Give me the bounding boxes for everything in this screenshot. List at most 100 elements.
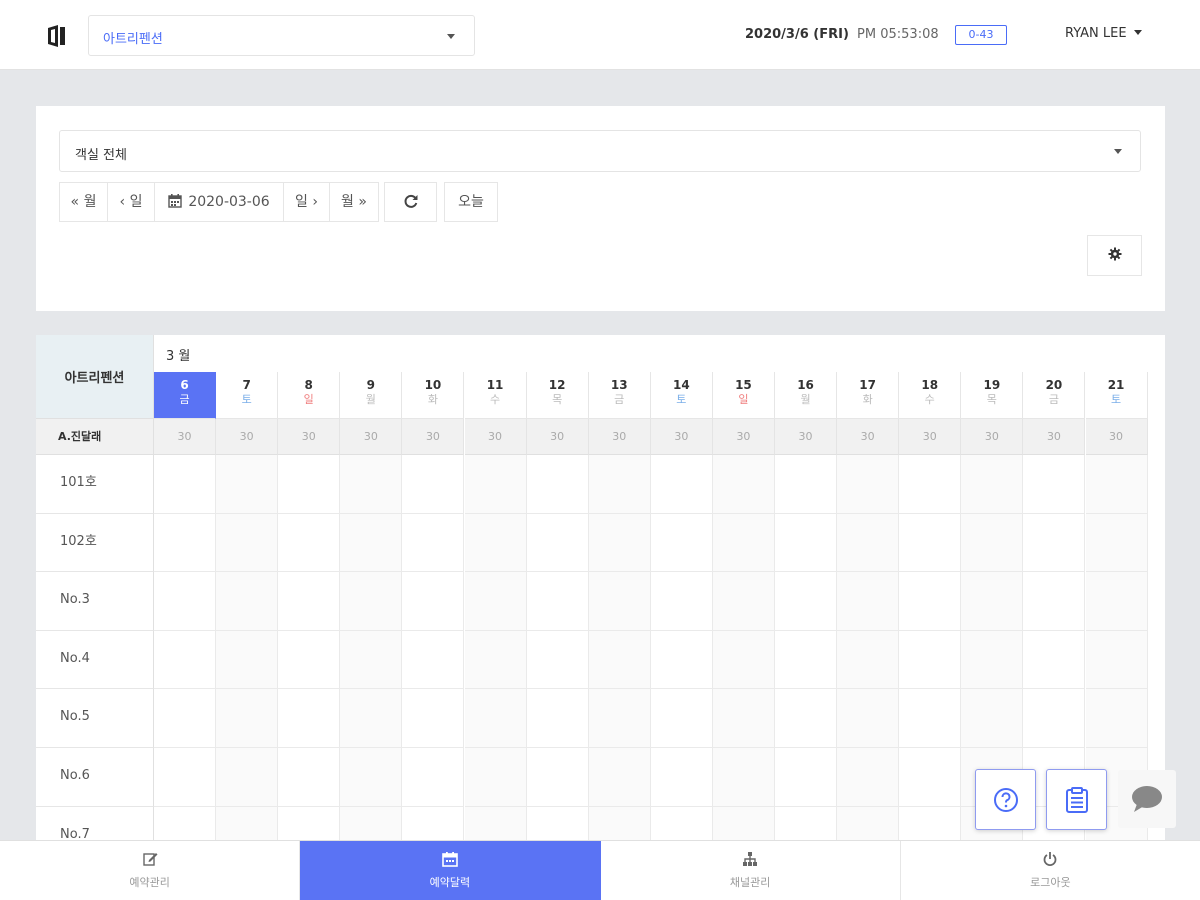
nav-item-power[interactable]: 로그아웃 <box>901 841 1200 900</box>
booking-cell[interactable] <box>650 748 713 807</box>
day-header[interactable]: 16 월 <box>775 372 838 419</box>
booking-cell[interactable] <box>340 513 403 573</box>
logo-icon[interactable] <box>46 24 68 48</box>
refresh-button[interactable] <box>384 182 437 222</box>
room-select[interactable]: 객실 전체 <box>59 130 1141 172</box>
day-header[interactable]: 15 일 <box>712 372 775 419</box>
date-picker[interactable]: 2020-03-06 <box>154 182 284 222</box>
day-header[interactable]: 6금 <box>154 372 217 419</box>
booking-cell[interactable] <box>154 513 217 573</box>
booking-cell[interactable] <box>1085 513 1148 573</box>
booking-cell[interactable] <box>464 689 527 748</box>
booking-cell[interactable] <box>899 513 962 573</box>
booking-cell[interactable] <box>154 748 217 807</box>
booking-cell[interactable] <box>154 455 217 514</box>
booking-cell[interactable] <box>526 572 589 631</box>
booking-cell[interactable] <box>154 806 217 840</box>
booking-cell[interactable] <box>899 806 962 840</box>
booking-cell[interactable] <box>154 689 217 748</box>
booking-cell[interactable] <box>651 806 713 840</box>
booking-cell[interactable] <box>650 630 713 690</box>
user-menu[interactable]: RYAN LEE <box>1065 26 1142 41</box>
booking-cell[interactable] <box>588 455 651 514</box>
booking-cell[interactable] <box>340 806 403 840</box>
booking-cell[interactable] <box>712 748 775 807</box>
booking-cell[interactable] <box>278 513 341 573</box>
booking-cell[interactable] <box>1023 455 1086 514</box>
prev-month-button[interactable]: « 월 <box>59 182 108 222</box>
day-header[interactable]: 18 수 <box>899 372 962 419</box>
booking-cell[interactable] <box>1023 630 1086 690</box>
booking-cell[interactable] <box>278 806 341 840</box>
day-header[interactable]: 20 금 <box>1023 372 1086 419</box>
booking-cell[interactable] <box>278 572 341 631</box>
booking-cell[interactable] <box>340 572 403 631</box>
day-header[interactable]: 7토 <box>216 372 279 419</box>
day-header[interactable]: 21 토 <box>1085 372 1148 419</box>
booking-cell[interactable] <box>526 455 589 514</box>
booking-cell[interactable] <box>588 513 651 573</box>
day-header[interactable]: 9월 <box>340 372 403 419</box>
booking-cell[interactable] <box>837 689 900 748</box>
booking-cell[interactable] <box>216 513 279 573</box>
booking-cell[interactable] <box>712 689 775 748</box>
booking-cell[interactable] <box>526 689 589 748</box>
booking-cell[interactable] <box>650 513 713 573</box>
booking-cell[interactable] <box>712 806 775 840</box>
status-badge[interactable]: 0-43 <box>955 25 1007 45</box>
booking-cell[interactable] <box>402 572 465 631</box>
booking-cell[interactable] <box>837 455 900 514</box>
booking-cell[interactable] <box>588 572 651 631</box>
booking-cell[interactable] <box>154 630 217 690</box>
booking-cell[interactable] <box>775 572 838 631</box>
booking-cell[interactable] <box>899 572 962 631</box>
booking-cell[interactable] <box>961 455 1024 514</box>
nav-item-calendar[interactable]: 예약달력 <box>300 841 601 900</box>
booking-cell[interactable] <box>588 689 651 748</box>
booking-cell[interactable] <box>340 630 403 690</box>
nav-item-sitemap[interactable]: 채널관리 <box>601 841 901 900</box>
booking-cell[interactable] <box>464 513 527 573</box>
booking-cell[interactable] <box>837 513 900 573</box>
booking-cell[interactable] <box>775 513 838 573</box>
booking-cell[interactable] <box>464 806 527 840</box>
booking-cell[interactable] <box>216 455 279 514</box>
nav-item-edit[interactable]: 예약관리 <box>0 841 301 900</box>
booking-cell[interactable] <box>1023 689 1086 748</box>
booking-cell[interactable] <box>588 748 651 807</box>
booking-cell[interactable] <box>650 455 713 514</box>
booking-cell[interactable] <box>837 630 900 690</box>
property-select[interactable]: 아트리펜션 <box>88 15 475 56</box>
booking-cell[interactable] <box>1085 455 1148 514</box>
day-header[interactable]: 14 토 <box>650 372 713 419</box>
booking-cell[interactable] <box>588 630 651 690</box>
booking-cell[interactable] <box>278 455 341 514</box>
settings-button[interactable] <box>1087 235 1142 276</box>
booking-cell[interactable] <box>961 630 1024 690</box>
booking-cell[interactable] <box>527 806 589 840</box>
help-button[interactable] <box>975 769 1036 830</box>
booking-cell[interactable] <box>1085 689 1148 748</box>
booking-cell[interactable] <box>526 513 589 573</box>
booking-cell[interactable] <box>650 689 713 748</box>
booking-cell[interactable] <box>1023 513 1086 573</box>
booking-cell[interactable] <box>526 630 589 690</box>
booking-cell[interactable] <box>588 806 651 840</box>
booking-cell[interactable] <box>1023 572 1086 631</box>
booking-cell[interactable] <box>837 748 900 807</box>
day-header[interactable]: 10 화 <box>402 372 465 419</box>
booking-cell[interactable] <box>775 689 838 748</box>
booking-cell[interactable] <box>961 689 1024 748</box>
booking-cell[interactable] <box>899 748 962 807</box>
booking-cell[interactable] <box>1085 630 1148 690</box>
next-month-button[interactable]: 월 » <box>329 182 379 222</box>
notes-button[interactable] <box>1046 769 1107 830</box>
today-button[interactable]: 오늘 <box>444 182 498 222</box>
booking-cell[interactable] <box>216 748 279 807</box>
booking-cell[interactable] <box>712 572 775 631</box>
booking-cell[interactable] <box>402 513 465 573</box>
prev-day-button[interactable]: ‹ 일 <box>107 182 155 222</box>
booking-cell[interactable] <box>402 630 465 690</box>
booking-cell[interactable] <box>899 630 962 690</box>
booking-cell[interactable] <box>1085 572 1148 631</box>
